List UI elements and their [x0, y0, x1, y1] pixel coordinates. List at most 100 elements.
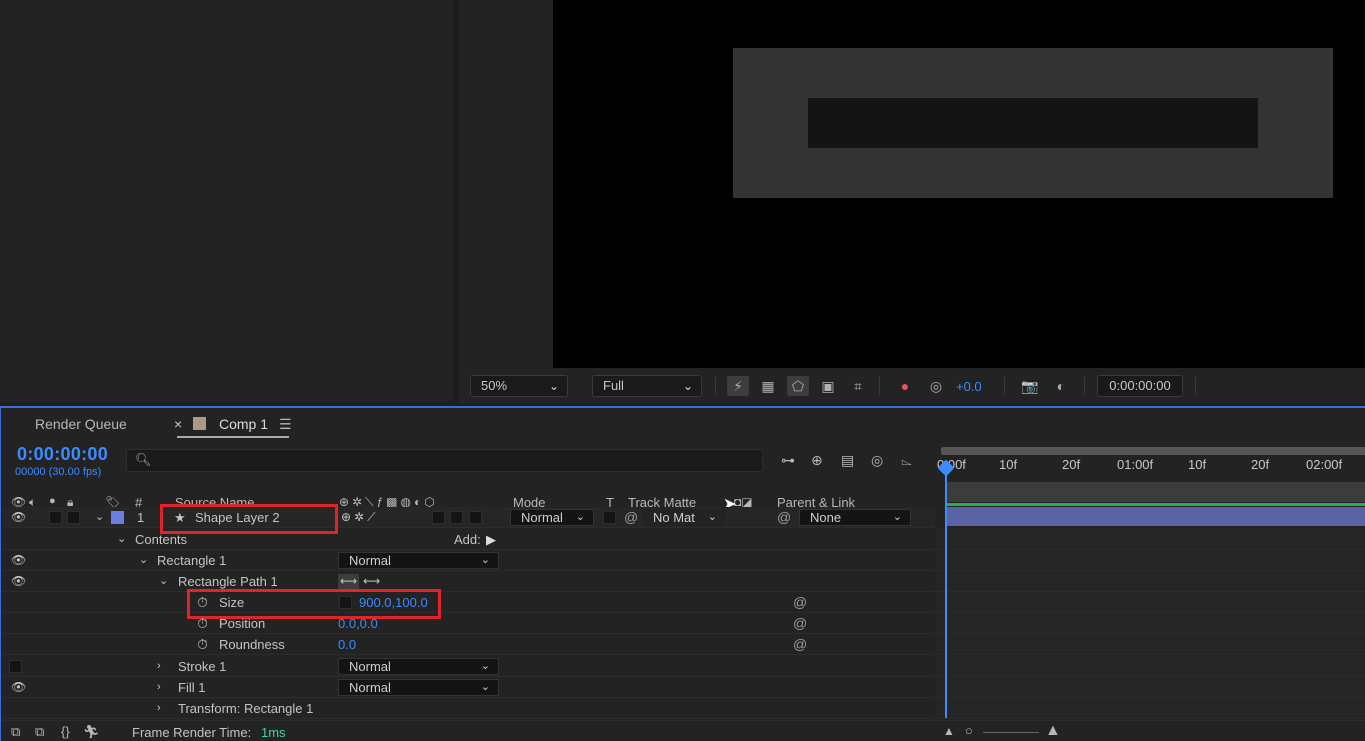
panel-menu-icon[interactable]: ☰ [279, 416, 292, 433]
stroke-visibility-switch[interactable] [9, 660, 22, 673]
exposure-reset-icon[interactable]: ◎ [925, 376, 947, 396]
eye-icon[interactable]: 👁 [11, 550, 26, 571]
viewer-pasteboard [459, 0, 553, 368]
mode-dropdown[interactable]: Normal ⌄ [510, 509, 594, 526]
chevron-right-icon[interactable]: › [157, 656, 161, 677]
roundness-row[interactable]: ⏱ Roundness 0.0 @ [3, 634, 935, 655]
fast-previews-icon[interactable]: ⚡ [727, 376, 749, 396]
position-label: Position [219, 616, 266, 631]
lock-switch[interactable] [67, 511, 80, 524]
frame-count: 00000 (30.00 fps) [15, 466, 102, 478]
close-icon[interactable]: × [174, 416, 182, 432]
magnification-dropdown[interactable]: 50% ⌄ [470, 375, 568, 397]
graph-editor-icon[interactable]: ⌳ [901, 452, 912, 469]
frame-blending-icon[interactable]: ▤ [841, 452, 854, 469]
fill-row[interactable]: 👁 › Fill 1 Normal ⌄ [3, 677, 935, 698]
layer-row[interactable]: 👁 ⌄ 1 ★ Shape Layer 2 ⊕✲⟋ Normal ⌄ @ No … [3, 507, 935, 528]
rectangle-mode-dropdown[interactable]: Normal ⌄ [338, 552, 499, 569]
stopwatch-icon[interactable]: ⏱ [197, 634, 208, 655]
pickwhip-icon[interactable]: @ [624, 507, 638, 528]
switch-box[interactable] [432, 511, 445, 524]
timeline-panel: Render Queue × Comp 1 ☰ 0:00:00:00 00000… [0, 406, 1365, 741]
comp-icon [193, 417, 206, 430]
layer-switches[interactable]: ⊕✲⟋ [341, 507, 379, 528]
layer-switches-toggle-icon[interactable]: ⧉ [11, 724, 20, 740]
time-navigator[interactable] [941, 447, 1365, 455]
fill-mode-dropdown[interactable]: Normal ⌄ [338, 679, 499, 696]
stroke-mode-value: Normal [349, 659, 391, 674]
draft-3d-icon[interactable]: ⊕ [811, 452, 823, 469]
chevron-right-icon[interactable]: › [157, 677, 161, 698]
work-area-bar[interactable] [946, 482, 1365, 502]
add-menu-icon[interactable]: ▶ [486, 529, 496, 550]
shape-layer-rectangle[interactable] [808, 98, 1258, 148]
exposure-value[interactable]: +0.0 [956, 379, 982, 394]
stopwatch-icon[interactable]: ⏱ [197, 613, 208, 634]
expression-pickwhip-icon[interactable]: @ [793, 592, 807, 613]
chevron-down-icon[interactable]: ⌄ [95, 507, 104, 528]
chevron-down-icon[interactable]: ⌄ [117, 529, 126, 550]
contents-row[interactable]: ⌄ Contents Add: ▶ [3, 529, 935, 550]
modes-toggle-icon[interactable]: ⧉ [35, 724, 44, 740]
layer-duration-bar[interactable] [946, 507, 1365, 526]
stroke-row[interactable]: › Stroke 1 Normal ⌄ [3, 656, 935, 677]
toolbar-divider [715, 377, 716, 395]
search-input[interactable]: 🔍︎ [126, 449, 763, 472]
playhead[interactable] [945, 468, 947, 718]
expression-pickwhip-icon[interactable]: @ [793, 634, 807, 655]
parent-pickwhip-icon[interactable]: @ [777, 507, 791, 528]
tab-render-queue[interactable]: Render Queue [35, 416, 127, 432]
chevron-right-icon[interactable]: › [157, 698, 161, 719]
camera-snapshot-icon[interactable]: 📷 [1019, 376, 1041, 396]
solo-switch[interactable] [49, 511, 62, 524]
switch-box[interactable] [469, 511, 482, 524]
transparency-grid-icon[interactable]: ▦ [757, 376, 779, 396]
rectangle-path-row[interactable]: 👁 ⌄ Rectangle Path 1 ⟷ ⟷ [3, 571, 935, 592]
motion-blur-icon[interactable]: ◎ [871, 452, 883, 469]
eye-icon[interactable]: 👁 [11, 507, 26, 528]
switch-box[interactable] [450, 511, 463, 524]
grid-guides-icon[interactable]: ⌗ [847, 376, 869, 396]
track-matte-dropdown[interactable]: No Mat ⌄ [642, 509, 726, 526]
eye-icon[interactable]: 👁 [11, 571, 26, 592]
contents-label: Contents [135, 532, 188, 547]
path-direction-icon[interactable]: ⟷ [338, 574, 360, 589]
stroke-mode-dropdown[interactable]: Normal ⌄ [338, 658, 499, 675]
chevron-down-icon: ⌄ [575, 511, 585, 523]
transform-row[interactable]: › Transform: Rectangle 1 [3, 698, 935, 719]
in-out-toggle-icon[interactable]: {} [61, 724, 70, 739]
parent-dropdown[interactable]: None ⌄ [799, 509, 911, 526]
show-snapshot-icon[interactable]: ◐ [1050, 376, 1072, 396]
position-value[interactable]: 0.0,0.0 [338, 613, 378, 634]
zoom-slider-handle[interactable]: ○ [965, 723, 973, 738]
keyframe-track [936, 613, 1365, 634]
eye-icon[interactable]: 👁 [11, 677, 26, 698]
current-time-display[interactable]: 0:00:00:00 [17, 444, 108, 465]
chevron-down-icon: ⌄ [548, 379, 559, 393]
viewer-timecode: 0:00:00:00 [1109, 378, 1171, 393]
rectangle-group-label: Rectangle 1 [157, 553, 227, 568]
tab-comp-1[interactable]: Comp 1 [219, 416, 268, 432]
rectangle-group-row[interactable]: 👁 ⌄ Rectangle 1 Normal ⌄ [3, 550, 935, 571]
region-of-interest-icon[interactable]: ▣ [817, 376, 839, 396]
chevron-down-icon[interactable]: ⌄ [139, 550, 148, 571]
roundness-value[interactable]: 0.0 [338, 634, 356, 655]
layer-label-color[interactable] [111, 511, 124, 524]
viewer-timecode-field[interactable]: 0:00:00:00 [1097, 375, 1183, 397]
resolution-dropdown[interactable]: Full ⌄ [592, 375, 702, 397]
render-time-toggle-icon[interactable]: 🏃︎ [83, 724, 100, 740]
position-row[interactable]: ⏱ Position 0.0,0.0 @ [3, 613, 935, 634]
composition-mini-flowchart-icon[interactable]: ⊶ [781, 452, 795, 469]
zoom-in-icon[interactable]: ▲ [1045, 722, 1061, 740]
channel-color-icon[interactable]: ● [894, 376, 916, 396]
expression-pickwhip-icon[interactable]: @ [793, 613, 807, 634]
mask-path-visibility-icon[interactable]: ⬠ [787, 376, 809, 396]
zoom-slider-track[interactable] [983, 732, 1039, 733]
rectangle-mode-value: Normal [349, 553, 391, 568]
size-row[interactable]: ⏱ Size 900.0,100.0 @ [3, 592, 935, 613]
search-icon: 🔍︎ [135, 452, 152, 467]
ruler-tick: 20f [1251, 457, 1270, 472]
zoom-out-icon[interactable]: ▲ [943, 724, 955, 738]
chevron-down-icon[interactable]: ⌄ [159, 571, 168, 592]
preserve-transparency-switch[interactable] [603, 511, 616, 524]
